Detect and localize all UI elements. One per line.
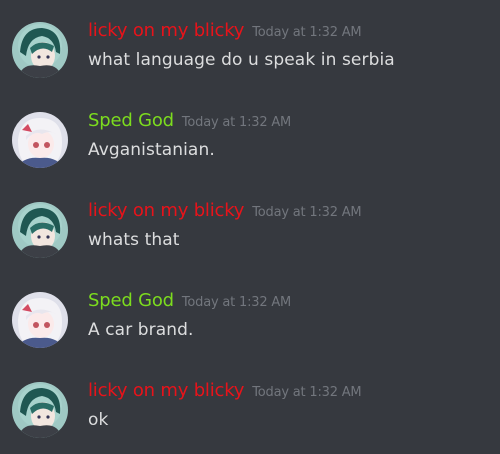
author-name[interactable]: licky on my blicky [88, 380, 244, 401]
message-text: what language do u speak in serbia [88, 50, 395, 70]
message-item: licky on my blicky Today at 1:32 AM whats… [0, 180, 500, 270]
author-name[interactable]: Sped God [88, 290, 174, 311]
message-text: whats that [88, 230, 180, 250]
message-timestamp: Today at 1:32 AM [252, 385, 362, 400]
message-timestamp: Today at 1:32 AM [181, 115, 292, 130]
message-timestamp: Today at 1:32 AM [181, 295, 292, 310]
teal-haired-avatar-icon[interactable] [12, 22, 68, 78]
message-timestamp: Today at 1:32 AM [252, 25, 362, 40]
message-text: ok [88, 410, 109, 430]
message-header: Sped God Today at 1:32 AM [88, 290, 291, 311]
message-header: Sped God Today at 1:32 AM [88, 110, 291, 131]
message-item: Sped God Today at 1:32 AM A car brand. [0, 270, 500, 360]
chat-message-list: licky on my blicky Today at 1:32 AM what … [0, 0, 500, 454]
message-item: licky on my blicky Today at 1:32 AM ok [0, 360, 500, 450]
message-header: licky on my blicky Today at 1:32 AM [88, 20, 362, 41]
author-name[interactable]: licky on my blicky [88, 200, 244, 221]
teal-haired-avatar-icon[interactable] [12, 382, 68, 438]
message-item: Sped God Today at 1:32 AM Avganistanian. [0, 90, 500, 180]
author-name[interactable]: Sped God [88, 110, 174, 131]
message-timestamp: Today at 1:32 AM [252, 205, 362, 220]
message-item: licky on my blicky Today at 1:32 AM what … [0, 0, 500, 90]
white-haired-avatar-icon[interactable] [12, 292, 68, 348]
message-text: Avganistanian. [88, 140, 215, 160]
white-haired-avatar-icon[interactable] [12, 112, 68, 168]
message-text: A car brand. [88, 320, 194, 340]
author-name[interactable]: licky on my blicky [88, 20, 244, 41]
message-header: licky on my blicky Today at 1:32 AM [88, 200, 362, 221]
message-header: licky on my blicky Today at 1:32 AM [88, 380, 362, 401]
teal-haired-avatar-icon[interactable] [12, 202, 68, 258]
